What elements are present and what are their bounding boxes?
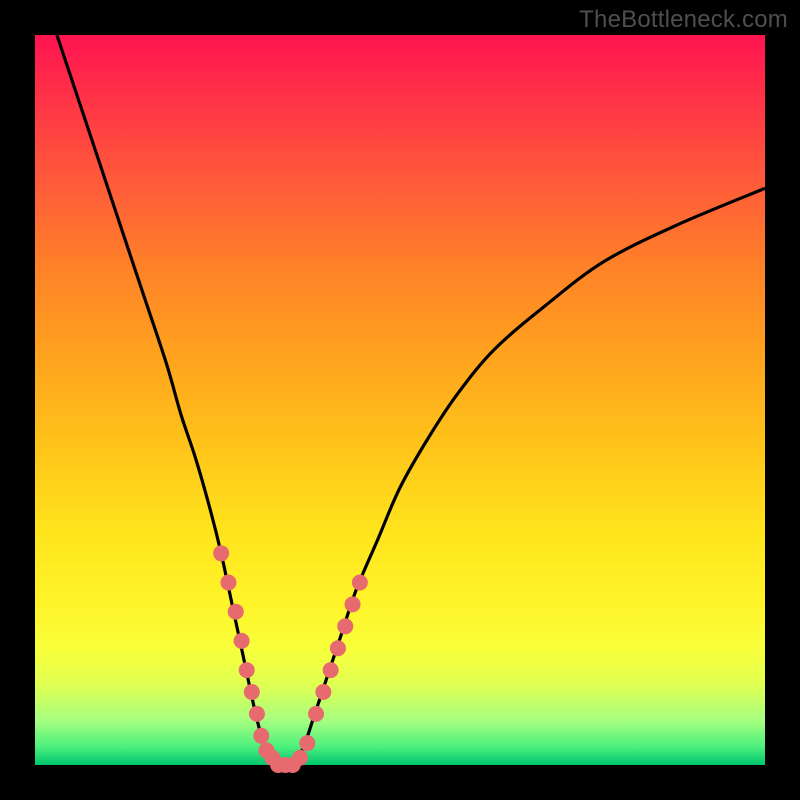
chart-marker xyxy=(345,596,361,612)
chart-marker xyxy=(330,640,346,656)
chart-marker xyxy=(234,633,250,649)
marker-group xyxy=(213,545,368,773)
chart-svg xyxy=(35,35,765,765)
chart-marker xyxy=(220,575,236,591)
bottleneck-curve xyxy=(57,35,765,766)
chart-marker xyxy=(337,618,353,634)
chart-marker xyxy=(244,684,260,700)
chart-marker xyxy=(308,706,324,722)
chart-marker xyxy=(292,750,308,766)
chart-marker xyxy=(213,545,229,561)
chart-marker xyxy=(299,735,315,751)
attribution-text: TheBottleneck.com xyxy=(579,6,788,34)
chart-marker xyxy=(228,604,244,620)
chart-marker xyxy=(315,684,331,700)
plot-area xyxy=(35,35,765,765)
chart-marker xyxy=(352,575,368,591)
chart-marker xyxy=(253,728,269,744)
chart-marker xyxy=(323,662,339,678)
chart-frame: TheBottleneck.com xyxy=(0,0,800,800)
chart-marker xyxy=(239,662,255,678)
chart-marker xyxy=(249,706,265,722)
